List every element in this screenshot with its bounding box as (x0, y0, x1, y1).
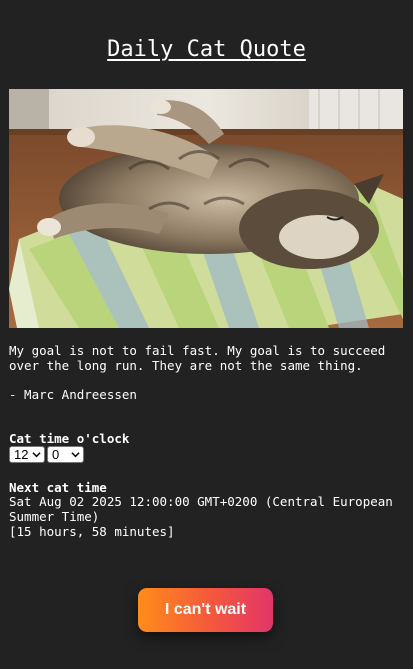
minute-select-value: 0 (52, 447, 60, 462)
next-cat-time-datetime: Sat Aug 02 2025 12:00:00 GMT+0200 (Centr… (9, 494, 393, 524)
quote-author: - Marc Andreessen (9, 387, 137, 402)
hour-select-value: 12 (14, 447, 29, 462)
cat-time-label: Cat time o'clock (9, 431, 130, 446)
page-title: Daily Cat Quote (107, 37, 306, 62)
i-cant-wait-button[interactable]: I can't wait (138, 588, 273, 632)
next-cat-time-label: Next cat time (9, 480, 107, 495)
page: Daily Cat Quote My goal is not to fail f… (0, 0, 413, 669)
cat-time-selectors: 12 0 (9, 446, 84, 463)
next-cat-time-value: Sat Aug 02 2025 12:00:00 GMT+0200 (Centr… (9, 494, 407, 539)
cat-photo (9, 89, 403, 328)
chevron-down-icon (71, 452, 80, 458)
next-cat-time-remaining: [15 hours, 58 minutes] (9, 524, 175, 539)
quote-text: My goal is not to fail fast. My goal is … (9, 343, 386, 373)
hour-select[interactable]: 12 (9, 446, 45, 463)
chevron-down-icon (32, 452, 41, 458)
minute-select[interactable]: 0 (47, 446, 84, 463)
